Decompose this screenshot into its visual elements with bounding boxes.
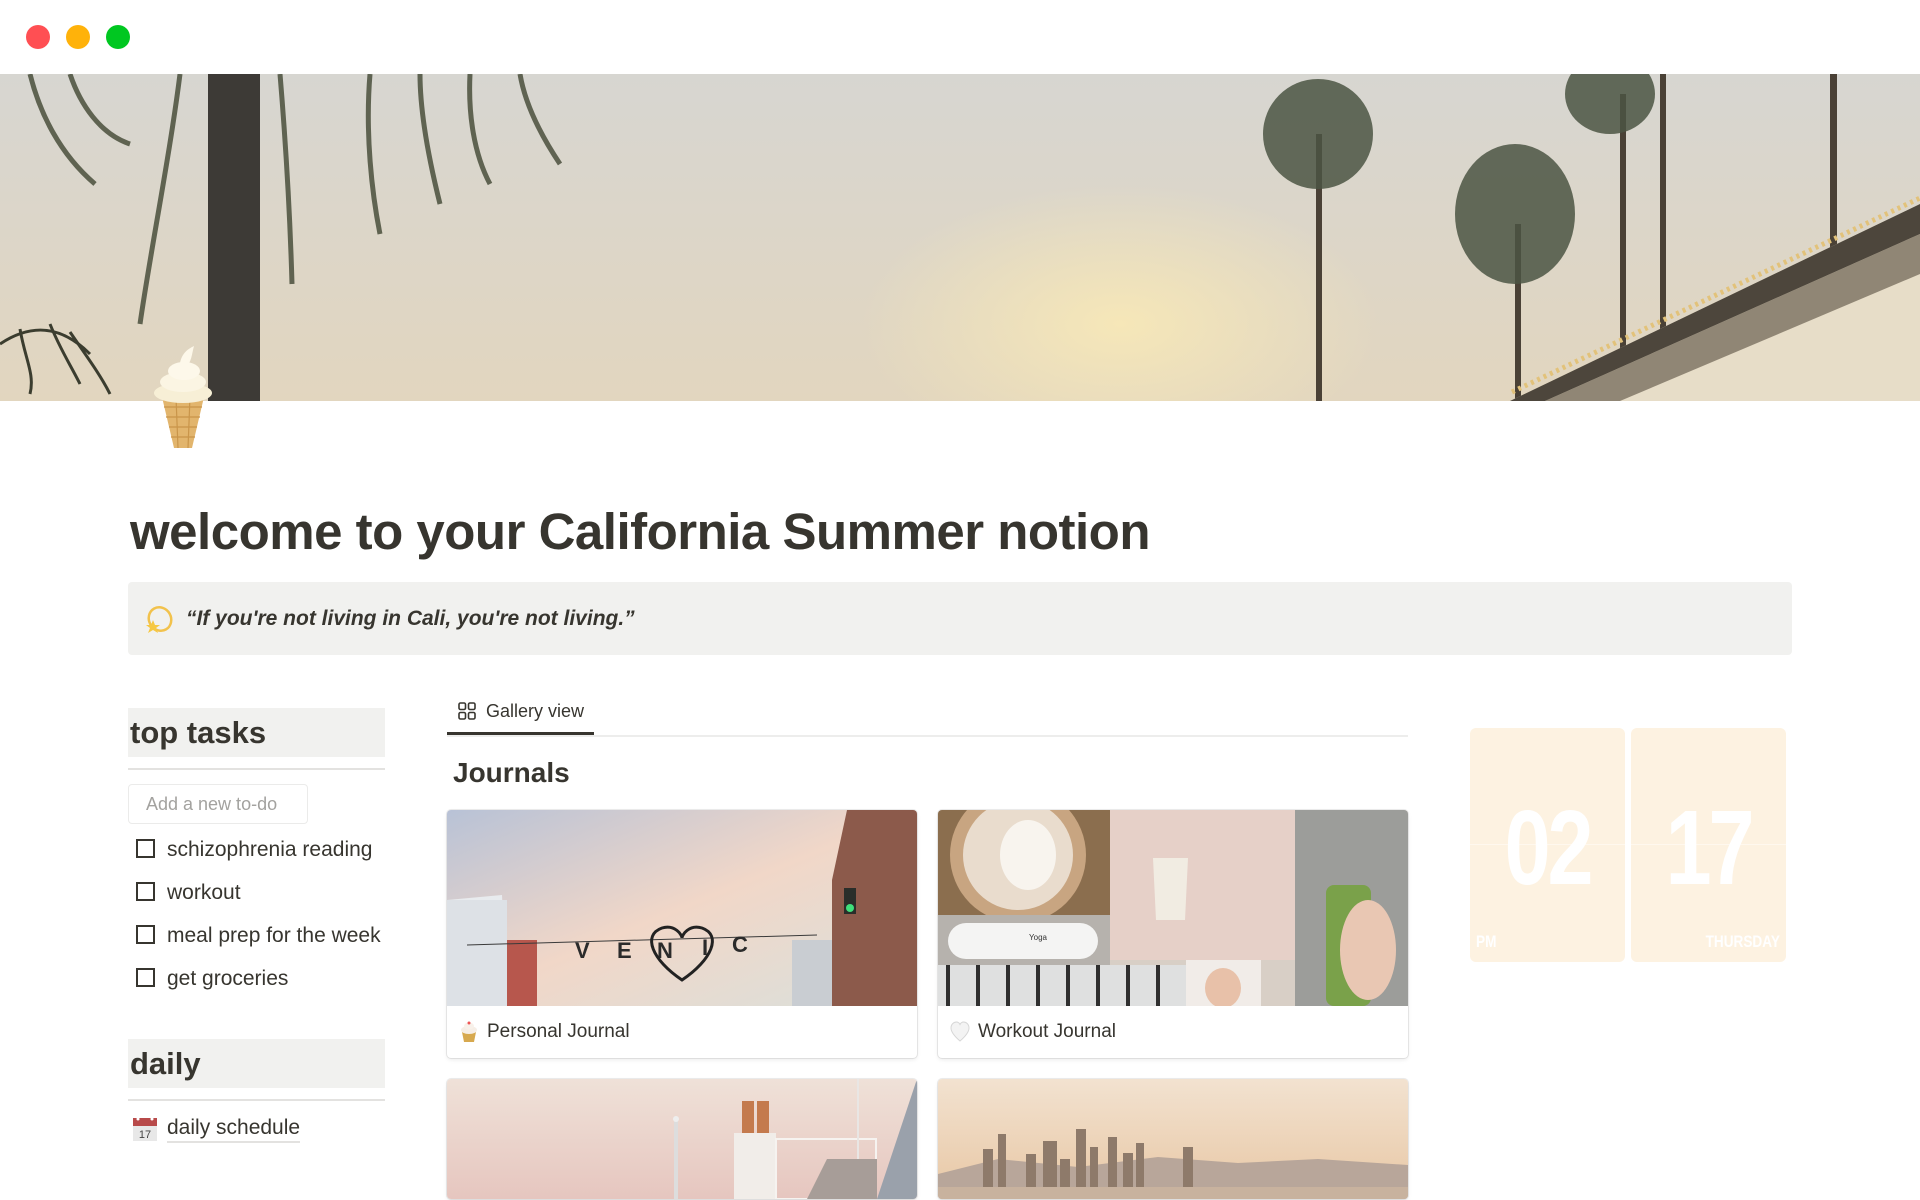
card-title: Personal Journal <box>487 1021 630 1042</box>
clock-meridiem: PM <box>1476 932 1497 951</box>
todo-item: meal prep for the week <box>128 916 385 956</box>
divider <box>128 768 385 770</box>
todo-checkbox[interactable] <box>136 925 155 944</box>
card-cover-image: Yoga <box>938 810 1408 1006</box>
palm-trees-cover-art <box>0 74 1920 401</box>
todo-label[interactable]: meal prep for the week <box>167 920 385 952</box>
card-cover-image: VEN IC <box>447 810 917 1006</box>
todo-item: schizophrenia reading <box>128 830 385 870</box>
todo-item: get groceries <box>128 959 385 999</box>
cupcake-icon <box>461 1021 477 1042</box>
gallery-card[interactable] <box>938 1079 1408 1199</box>
todo-checkbox[interactable] <box>136 968 155 987</box>
close-window-button[interactable] <box>26 25 50 49</box>
calendar-icon: 17 <box>133 1117 157 1141</box>
flip-clock-widget: 02 PM 17 THURSDAY <box>1470 728 1788 962</box>
journals-gallery: Gallery view Journals V E N I C Personal… <box>447 690 1408 1199</box>
gallery-card-personal-journal[interactable]: VEN IC Personal Journal <box>447 810 917 1058</box>
quote-callout[interactable]: “If you're not living in Cali, you're no… <box>128 582 1792 655</box>
daily-heading: daily <box>128 1039 385 1088</box>
todo-list: schizophrenia reading workout meal prep … <box>128 830 385 999</box>
card-caption: Personal Journal <box>447 1006 917 1058</box>
divider <box>128 1099 385 1101</box>
card-caption: Workout Journal <box>938 1006 1408 1058</box>
callout-quote-text: “If you're not living in Cali, you're no… <box>186 606 635 630</box>
todo-checkbox[interactable] <box>136 882 155 901</box>
grid-icon <box>458 702 476 720</box>
svg-text:E: E <box>617 938 632 963</box>
page-title[interactable]: welcome to your California Summer notion <box>130 502 1150 561</box>
gallery-title[interactable]: Journals <box>453 757 1408 789</box>
card-cover-image <box>447 1079 917 1199</box>
clock-minute-panel: 17 THURSDAY <box>1631 728 1786 962</box>
todo-item: workout <box>128 873 385 913</box>
dizzy-star-icon <box>146 605 173 633</box>
window-titlebar <box>0 0 1920 74</box>
svg-text:17: 17 <box>139 1129 151 1141</box>
tab-label: Gallery view <box>486 700 585 721</box>
daily-schedule-label: daily schedule <box>167 1115 301 1143</box>
maximize-window-button[interactable] <box>106 25 130 49</box>
card-title: Workout Journal <box>978 1021 1116 1042</box>
soft-ice-cream-icon[interactable] <box>148 345 218 450</box>
clock-weekday: THURSDAY <box>1705 932 1780 951</box>
todo-label[interactable]: workout <box>167 877 385 909</box>
svg-text:V: V <box>575 938 590 963</box>
svg-text:Yoga: Yoga <box>1029 933 1048 942</box>
gallery-card[interactable] <box>447 1079 917 1199</box>
todo-label[interactable]: schizophrenia reading <box>167 834 385 866</box>
view-tabs: Gallery view <box>447 690 1408 737</box>
minimize-window-button[interactable] <box>66 25 90 49</box>
todo-checkbox[interactable] <box>136 839 155 858</box>
daily-schedule-link[interactable]: 17 daily schedule <box>128 1115 385 1143</box>
clock-hour-panel: 02 PM <box>1470 728 1625 962</box>
white-heart-icon <box>950 1021 970 1042</box>
page-cover-image[interactable] <box>0 74 1920 401</box>
card-cover-image <box>938 1079 1408 1199</box>
add-todo-input[interactable]: Add a new to-do <box>128 784 308 824</box>
clock-minute: 17 <box>1665 789 1755 907</box>
left-column: top tasks Add a new to-do schizophrenia … <box>128 708 385 1143</box>
todo-label[interactable]: get groceries <box>167 963 385 995</box>
top-tasks-heading: top tasks <box>128 708 385 757</box>
tab-gallery-view[interactable]: Gallery view <box>447 690 595 735</box>
svg-text:C: C <box>732 932 748 957</box>
gallery-card-workout-journal[interactable]: Yoga Workout Journal <box>938 810 1408 1058</box>
clock-hour: 02 <box>1504 789 1594 907</box>
